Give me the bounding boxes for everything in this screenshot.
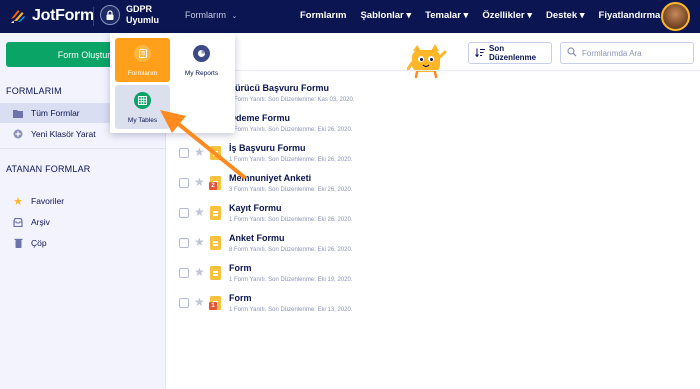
- nav-support[interactable]: Destek ▾: [546, 10, 585, 21]
- sidebar-item-archive[interactable]: Arşiv: [0, 212, 166, 232]
- form-title[interactable]: İş Başvuru Formu: [229, 143, 306, 153]
- form-row[interactable]: ★ 2 Memnuniyet Anketi 3 Form Yanıtı. Son Dü…: [166, 170, 700, 200]
- sidebar-item-label: Çöp: [31, 238, 47, 248]
- form-row[interactable]: ★Sürücü Başvuru Formu1 Form Yanıtı. Son …: [166, 80, 700, 110]
- form-file-icon: [210, 146, 221, 160]
- nav-pricing[interactable]: Fiyatlandırma: [599, 10, 661, 21]
- row-checkbox[interactable]: [179, 268, 189, 278]
- sidebar-item-label: Yeni Klasör Yarat: [31, 129, 96, 139]
- form-meta: 3 Form Yanıtı. Son Düzenlenme: Eki 26, 2…: [229, 187, 353, 193]
- table-icon: [134, 92, 151, 109]
- form-row[interactable]: ★ Kayıt Formu 1 Form Yanıtı. Son Düzenlenm…: [166, 200, 700, 230]
- toolbar-divider: [166, 70, 700, 71]
- gdpr-badge[interactable]: GDPR Uyumlu: [100, 4, 159, 26]
- form-title[interactable]: Sürücü Başvuru Formu: [229, 83, 329, 93]
- app-tile-my-tables[interactable]: My Tables: [115, 85, 170, 129]
- avatar[interactable]: [661, 2, 690, 31]
- app-tile-label: Formlarım: [127, 70, 158, 77]
- sidebar-item-favorites[interactable]: ★ Favoriler: [0, 191, 166, 211]
- chevron-down-icon: ⌄: [231, 13, 238, 20]
- form-title[interactable]: Kayıt Formu: [229, 203, 282, 213]
- archive-icon: [13, 217, 23, 227]
- gdpr-line-2: Uyumlu: [126, 15, 160, 25]
- nav-templates[interactable]: Şablonlar ▾: [360, 10, 411, 21]
- app-tile-label: My Tables: [127, 117, 158, 124]
- form-meta: 8 Form Yanıtı. Son Düzenlenme: Eki 26, 2…: [229, 247, 353, 253]
- plus-circle-icon: [13, 129, 23, 139]
- form-row[interactable]: ★Ödeme Formu1 Form Yanıtı. Son Düzenlenm…: [166, 110, 700, 140]
- sort-button[interactable]: Son Düzenlenme: [468, 42, 552, 64]
- podo-mascot-icon: [407, 44, 447, 79]
- row-checkbox[interactable]: [179, 208, 189, 218]
- form-meta: 1 Form Yanıtı. Son Düzenlenme: Kas 03, 2…: [229, 97, 355, 103]
- logo-text: JotForm: [32, 7, 94, 24]
- notification-badge: 2: [209, 182, 217, 190]
- form-title[interactable]: Form: [229, 263, 252, 273]
- form-row[interactable]: ★ Anket Formu 8 Form Yanıtı. Son Düzenlenm…: [166, 230, 700, 260]
- form-meta: 1 Form Yanıtı. Son Düzenlenme: Eki 13, 2…: [229, 307, 353, 313]
- folder-icon: [13, 108, 23, 118]
- pie-chart-icon: [193, 45, 210, 62]
- notification-badge: 1: [209, 302, 217, 310]
- star-icon[interactable]: ★: [194, 175, 205, 189]
- star-icon[interactable]: ★: [194, 295, 205, 309]
- sidebar-heading-my-forms: FORMLARIM: [6, 86, 62, 96]
- star-icon[interactable]: ★: [194, 265, 205, 279]
- form-icon: [134, 45, 151, 62]
- sidebar-item-label: Tüm Formlar: [31, 108, 80, 118]
- star-icon[interactable]: ★: [194, 235, 205, 249]
- form-meta: 1 Form Yanıtı. Son Düzenlenme: Eki 26, 2…: [229, 157, 353, 163]
- jotform-logo[interactable]: JotForm: [8, 6, 94, 26]
- sidebar-item-label: Favoriler: [31, 196, 65, 206]
- sidebar-heading-assigned: ATANAN FORMLAR: [6, 164, 91, 174]
- row-checkbox[interactable]: [179, 298, 189, 308]
- form-title[interactable]: Memnuniyet Anketi: [229, 173, 311, 183]
- nav-themes[interactable]: Temalar ▾: [425, 10, 468, 21]
- form-title[interactable]: Form: [229, 293, 252, 303]
- form-file-icon: [210, 266, 221, 280]
- app-tile-my-forms[interactable]: Formlarım: [115, 38, 170, 82]
- form-meta: 1 Form Yanıtı. Son Düzenlenme: Eki 19, 2…: [229, 277, 353, 283]
- search-icon: [567, 44, 577, 62]
- forms-dropdown-label: Formlarım: [185, 10, 226, 20]
- form-row[interactable]: ★ İş Başvuru Formu 1 Form Yanıtı. Son Düze…: [166, 140, 700, 170]
- forms-app-dropdown[interactable]: Formlarım ⌄: [185, 10, 237, 20]
- main-nav: Formlarım Şablonlar ▾ Temalar ▾ Özellikl…: [300, 10, 660, 21]
- star-icon[interactable]: ★: [194, 205, 205, 219]
- form-file-icon: [210, 206, 221, 220]
- header-divider: [93, 7, 94, 26]
- search-box[interactable]: [560, 42, 694, 64]
- gdpr-line-1: GDPR: [126, 4, 153, 14]
- form-row[interactable]: ★ Form 1 Form Yanıtı. Son Düzenlenme: Eki …: [166, 260, 700, 290]
- search-input[interactable]: [582, 48, 682, 58]
- form-file-icon: [210, 236, 221, 250]
- sort-icon: [475, 48, 485, 59]
- sidebar-item-trash[interactable]: Çöp: [0, 233, 166, 253]
- form-title[interactable]: Anket Formu: [229, 233, 285, 243]
- row-checkbox[interactable]: [179, 178, 189, 188]
- jotform-logo-icon: [11, 10, 25, 23]
- row-checkbox[interactable]: [179, 148, 189, 158]
- star-icon: ★: [13, 195, 23, 208]
- app-tile-my-reports[interactable]: My Reports: [174, 38, 229, 82]
- sidebar-divider: [0, 148, 166, 149]
- main-content: Son Düzenlenme ★Sürücü Başvuru Formu1 Fo…: [166, 33, 700, 389]
- star-icon[interactable]: ★: [194, 145, 205, 159]
- lock-icon: [100, 5, 120, 25]
- form-meta: 1 Form Yanıtı. Son Düzenlenme: Eki 26, 2…: [229, 127, 353, 133]
- apps-dropdown-menu: Formlarım My Reports My Tables: [110, 33, 235, 133]
- form-title[interactable]: Ödeme Formu: [229, 113, 290, 123]
- nav-my-forms[interactable]: Formlarım: [300, 10, 346, 21]
- row-checkbox[interactable]: [179, 238, 189, 248]
- gdpr-label: GDPR Uyumlu: [126, 4, 159, 26]
- sort-label: Son Düzenlenme: [489, 44, 537, 62]
- sidebar-item-label: Arşiv: [31, 217, 50, 227]
- trash-icon: [13, 238, 23, 248]
- nav-features[interactable]: Özellikler ▾: [482, 10, 532, 21]
- top-navigation-bar: JotForm GDPR Uyumlu Formlarım ⌄ Formları…: [0, 0, 700, 33]
- app-tile-label: My Reports: [184, 70, 219, 77]
- form-row[interactable]: ★ 1 Form 1 Form Yanıtı. Son Düzenlenme: Eki…: [166, 290, 700, 320]
- form-meta: 1 Form Yanıtı. Son Düzenlenme: Eki 26, 2…: [229, 217, 353, 223]
